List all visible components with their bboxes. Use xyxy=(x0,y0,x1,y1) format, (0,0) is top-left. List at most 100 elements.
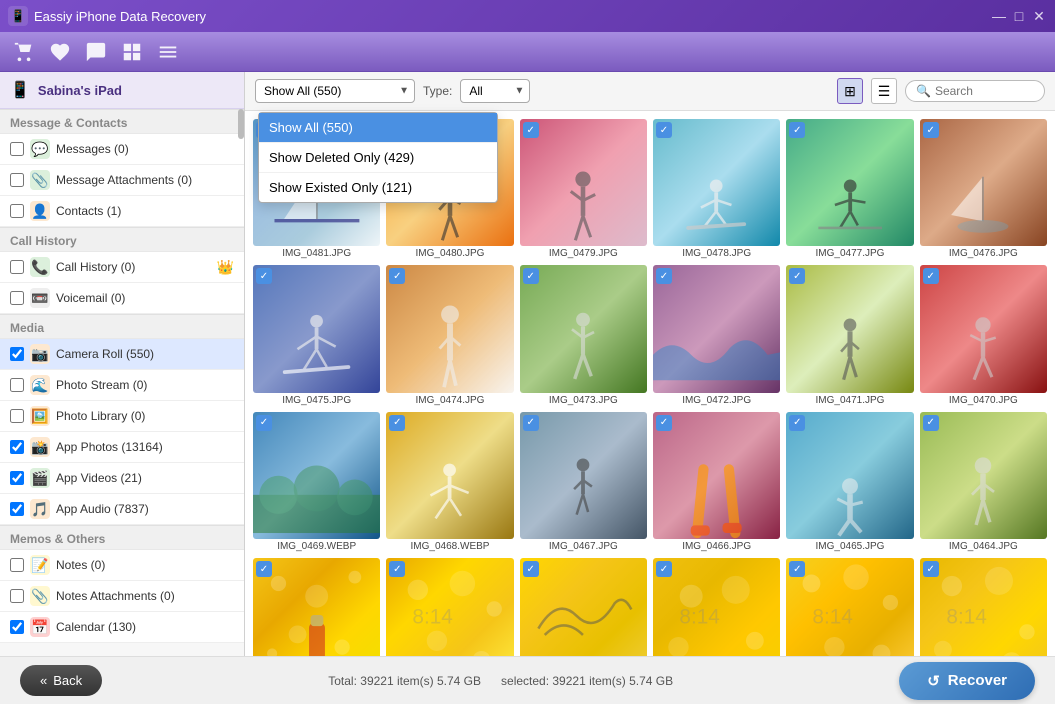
photo-item[interactable]: ✓ IMG_0463.JPG xyxy=(253,558,380,656)
sidebar-item-voicemail[interactable]: 📼 Voicemail (0) xyxy=(0,283,244,314)
grid-view-button[interactable]: ⊞ xyxy=(837,78,863,104)
app-audio-label: App Audio (7837) xyxy=(56,502,234,516)
photo-item[interactable]: 8:14 ✓ IMG_0462.JPG xyxy=(386,558,513,656)
photo-check: ✓ xyxy=(256,268,272,284)
photo-item[interactable]: ✓ IMG_0468.WEBP xyxy=(386,412,513,552)
messages-checkbox[interactable] xyxy=(10,142,24,156)
photo-item[interactable]: 8:14 ✓ IMG_0459.JPG xyxy=(786,558,913,656)
photo-item[interactable]: 8:14 ✓ IMG_0458.JPG xyxy=(920,558,1047,656)
minimize-button[interactable]: — xyxy=(991,8,1007,24)
photo-name: IMG_0469.WEBP xyxy=(253,541,380,552)
grid-icon[interactable] xyxy=(118,38,146,66)
notes-label: Notes (0) xyxy=(56,558,234,572)
dropdown-option-all[interactable]: Show All (550) xyxy=(259,113,497,143)
photo-check: ✓ xyxy=(789,415,805,431)
status-text: Total: 39221 item(s) 5.74 GB selected: 3… xyxy=(102,674,899,688)
app-audio-checkbox[interactable] xyxy=(10,502,24,516)
photo-check: ✓ xyxy=(389,268,405,284)
back-arrow-icon: « xyxy=(40,673,47,688)
sidebar-item-contacts[interactable]: 👤 Contacts (1) xyxy=(0,196,244,227)
photo-item[interactable]: ✓ IMG_0464.JPG xyxy=(920,412,1047,552)
sidebar-item-notes-attachments[interactable]: 📎 Notes Attachments (0) xyxy=(0,581,244,612)
camera-roll-checkbox[interactable] xyxy=(10,347,24,361)
window-controls: — □ ✕ xyxy=(991,8,1047,24)
close-button[interactable]: ✕ xyxy=(1031,8,1047,24)
sidebar-item-messages[interactable]: 💬 Messages (0) xyxy=(0,134,244,165)
photo-item[interactable]: ✓ IMG_0472.JPG xyxy=(653,265,780,405)
photo-item[interactable]: ✓ IMG_0473.JPG xyxy=(520,265,647,405)
photo-item[interactable]: ✓ IMG_0474.JPG xyxy=(386,265,513,405)
photo-item[interactable]: ✓ IMG_0478.JPG xyxy=(653,119,780,259)
photo-item[interactable]: ✓ IMG_0466.JPG xyxy=(653,412,780,552)
sidebar-item-app-videos[interactable]: 🎬 App Videos (21) xyxy=(0,463,244,494)
notes-attachments-checkbox[interactable] xyxy=(10,589,24,603)
type-dropdown[interactable]: All JPG WEBP PNG xyxy=(460,79,530,103)
notes-attachments-icon: 📎 xyxy=(30,586,50,606)
device-item[interactable]: 📱 Sabina's iPad xyxy=(0,72,244,109)
maximize-button[interactable]: □ xyxy=(1011,8,1027,24)
search-input[interactable] xyxy=(935,84,1034,98)
sidebar-item-message-attachments[interactable]: 📎 Message Attachments (0) xyxy=(0,165,244,196)
notes-checkbox[interactable] xyxy=(10,558,24,572)
photo-check: ✓ xyxy=(256,415,272,431)
app-photos-label: App Photos (13164) xyxy=(56,440,234,454)
app-photos-checkbox[interactable] xyxy=(10,440,24,454)
photo-item[interactable]: 8:14 ✓ IMG_0460.JPG xyxy=(653,558,780,656)
dropdown-option-deleted[interactable]: Show Deleted Only (429) xyxy=(259,143,497,173)
menu-icon[interactable] xyxy=(154,38,182,66)
list-view-button[interactable]: ☰ xyxy=(871,78,897,104)
sidebar-item-call-history[interactable]: 📞 Call History (0) 👑 xyxy=(0,252,244,283)
sidebar-item-app-photos[interactable]: 📸 App Photos (13164) xyxy=(0,432,244,463)
total-status: Total: 39221 item(s) 5.74 GB xyxy=(328,674,481,688)
content-area: Show All (550) Show Deleted Only (429) S… xyxy=(245,72,1055,656)
photo-check: ✓ xyxy=(256,561,272,577)
photo-name: IMG_0476.JPG xyxy=(920,248,1047,259)
calendar-checkbox[interactable] xyxy=(10,620,24,634)
photo-library-checkbox[interactable] xyxy=(10,409,24,423)
app-videos-checkbox[interactable] xyxy=(10,471,24,485)
photo-item[interactable]: ✓ IMG_0467.JPG xyxy=(520,412,647,552)
sidebar-item-notes[interactable]: 📝 Notes (0) xyxy=(0,550,244,581)
recover-button[interactable]: ↺ Recover xyxy=(899,662,1035,700)
call-history-checkbox[interactable] xyxy=(10,260,24,274)
voicemail-checkbox[interactable] xyxy=(10,291,24,305)
cart-icon[interactable] xyxy=(10,38,38,66)
contacts-checkbox[interactable] xyxy=(10,204,24,218)
message-attachments-checkbox[interactable] xyxy=(10,173,24,187)
photo-item[interactable]: ✓ IMG_0471.JPG xyxy=(786,265,913,405)
photo-item[interactable]: ✓ IMG_0465.JPG xyxy=(786,412,913,552)
heart-icon[interactable] xyxy=(46,38,74,66)
show-dropdown[interactable]: Show All (550) Show Deleted Only (429) S… xyxy=(255,79,415,103)
photo-item[interactable]: ✓ IMG_0477.JPG xyxy=(786,119,913,259)
photo-name: IMG_0477.JPG xyxy=(786,248,913,259)
photo-item[interactable]: ✓ IMG_0470.JPG xyxy=(920,265,1047,405)
device-name: Sabina's iPad xyxy=(38,83,122,98)
contacts-icon: 👤 xyxy=(30,201,50,221)
app-videos-label: App Videos (21) xyxy=(56,471,234,485)
back-button[interactable]: « Back xyxy=(20,665,102,696)
photo-name: IMG_0471.JPG xyxy=(786,395,913,406)
photo-check: ✓ xyxy=(389,415,405,431)
chat-icon[interactable] xyxy=(82,38,110,66)
camera-roll-label: Camera Roll (550) xyxy=(56,347,234,361)
photo-item[interactable]: ✓ IMG_0476.JPG xyxy=(920,119,1047,259)
photo-item[interactable]: ✓ IMG_0461.JPG xyxy=(520,558,647,656)
photo-item[interactable]: ✓ IMG_0469.WEBP xyxy=(253,412,380,552)
sidebar-item-app-audio[interactable]: 🎵 App Audio (7837) xyxy=(0,494,244,525)
photo-stream-checkbox[interactable] xyxy=(10,378,24,392)
call-history-icon: 📞 xyxy=(30,257,50,277)
photo-check: ✓ xyxy=(523,268,539,284)
sidebar-item-photo-stream[interactable]: 🌊 Photo Stream (0) xyxy=(0,370,244,401)
app-icon: 📱 xyxy=(8,6,28,26)
sidebar: 📱 Sabina's iPad Message & Contacts 💬 Mes… xyxy=(0,72,245,656)
selected-status: selected: 39221 item(s) 5.74 GB xyxy=(501,674,673,688)
dropdown-option-existed[interactable]: Show Existed Only (121) xyxy=(259,173,497,202)
sidebar-item-photo-library[interactable]: 🖼️ Photo Library (0) xyxy=(0,401,244,432)
sidebar-item-camera-roll[interactable]: 📷 Camera Roll (550) xyxy=(0,339,244,370)
section-call: Call History xyxy=(0,227,244,252)
photo-item[interactable]: ✓ IMG_0479.JPG xyxy=(520,119,647,259)
photo-item[interactable]: ✓ IMG_0475.JPG xyxy=(253,265,380,405)
type-dropdown-wrapper: All JPG WEBP PNG ▼ xyxy=(460,79,530,103)
show-dropdown-wrapper: Show All (550) Show Deleted Only (429) S… xyxy=(255,79,415,103)
sidebar-item-calendar[interactable]: 📅 Calendar (130) xyxy=(0,612,244,643)
